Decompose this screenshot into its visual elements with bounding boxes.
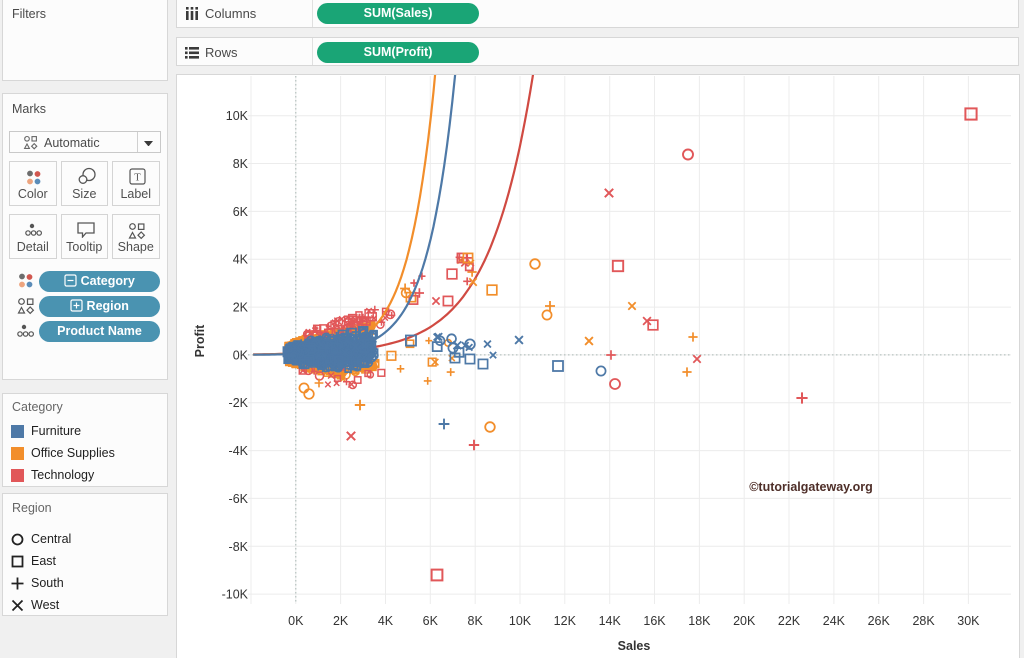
svg-text:6K: 6K bbox=[233, 205, 249, 219]
svg-text:-6K: -6K bbox=[229, 492, 249, 506]
svg-text:6K: 6K bbox=[423, 614, 439, 628]
svg-text:8K: 8K bbox=[233, 157, 249, 171]
svg-text:18K: 18K bbox=[688, 614, 711, 628]
svg-text:-8K: -8K bbox=[229, 540, 249, 554]
svg-text:-10K: -10K bbox=[222, 588, 249, 602]
svg-text:26K: 26K bbox=[868, 614, 891, 628]
svg-text:28K: 28K bbox=[912, 614, 935, 628]
svg-text:14K: 14K bbox=[599, 614, 622, 628]
svg-text:Profit: Profit bbox=[193, 324, 207, 357]
svg-text:-2K: -2K bbox=[229, 396, 249, 410]
svg-text:24K: 24K bbox=[823, 614, 846, 628]
svg-text:Sales: Sales bbox=[618, 639, 651, 653]
svg-text:4K: 4K bbox=[378, 614, 394, 628]
svg-text:T: T bbox=[134, 173, 141, 184]
svg-text:-4K: -4K bbox=[229, 444, 249, 458]
svg-text:30K: 30K bbox=[957, 614, 980, 628]
svg-text:8K: 8K bbox=[468, 614, 484, 628]
svg-text:10K: 10K bbox=[509, 614, 532, 628]
svg-text:©tutorialgateway.org: ©tutorialgateway.org bbox=[749, 480, 873, 494]
svg-text:0K: 0K bbox=[288, 614, 304, 628]
svg-text:10K: 10K bbox=[226, 109, 249, 123]
svg-text:2K: 2K bbox=[233, 301, 249, 315]
svg-text:0K: 0K bbox=[233, 348, 249, 362]
svg-text:22K: 22K bbox=[778, 614, 801, 628]
svg-text:2K: 2K bbox=[333, 614, 349, 628]
svg-text:4K: 4K bbox=[233, 253, 249, 267]
svg-text:20K: 20K bbox=[733, 614, 756, 628]
svg-text:16K: 16K bbox=[643, 614, 666, 628]
svg-text:12K: 12K bbox=[554, 614, 577, 628]
